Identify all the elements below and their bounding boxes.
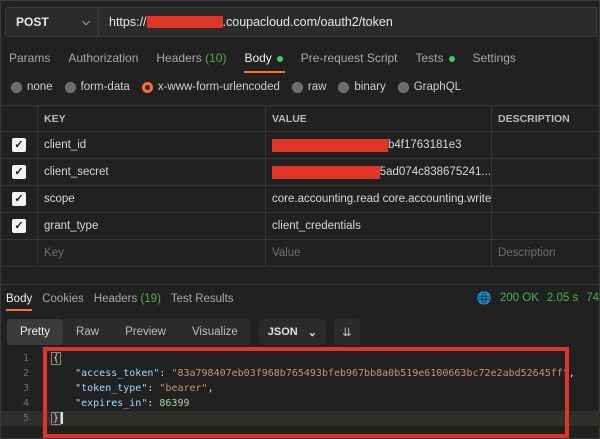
tab-authorization[interactable]: Authorization: [60, 45, 148, 73]
response-view-bar: Pretty Raw Preview Visualize JSON ⌄ ⇊: [7, 319, 360, 345]
table-row-new: Key Value Description: [1, 240, 600, 267]
format-label: JSON: [267, 326, 298, 338]
column-description: DESCRIPTION: [491, 106, 600, 131]
redaction-bar: [146, 16, 223, 28]
status-code[interactable]: 200 OK: [500, 292, 539, 304]
tab-tests[interactable]: Tests: [408, 45, 465, 73]
tab-pre-request-script[interactable]: Pre-request Script: [293, 45, 408, 73]
response-status: 🌐 200 OK 2.05 s 74: [477, 291, 599, 305]
checkbox-checked-icon[interactable]: ✓: [12, 138, 26, 152]
response-time[interactable]: 2.05 s: [547, 292, 578, 304]
radio-binary[interactable]: binary: [338, 81, 386, 93]
view-mode-group: Pretty Raw Preview Visualize: [7, 319, 251, 345]
tab-params[interactable]: Params: [1, 45, 60, 73]
table-row: ✓ client_secret 5ad074c838675241...: [1, 159, 600, 186]
param-key[interactable]: client_id: [37, 132, 265, 158]
checkbox-checked-icon[interactable]: ✓: [12, 165, 26, 179]
radio-graphql[interactable]: GraphQL: [397, 81, 461, 93]
body-status-dot-icon: [276, 55, 283, 62]
new-value-input[interactable]: Value: [265, 240, 491, 266]
param-value[interactable]: client_credentials: [265, 213, 491, 239]
method-select[interactable]: POST ⌵: [5, 7, 99, 37]
table-row: ✓ grant_type client_credentials: [1, 213, 600, 240]
chevron-down-icon: ⌄: [307, 326, 317, 339]
request-url-bar: POST ⌵ https:// .coupacloud.com/oauth2/t…: [5, 7, 597, 37]
url-input[interactable]: https:// .coupacloud.com/oauth2/token: [99, 7, 597, 37]
view-pretty-button[interactable]: Pretty: [7, 319, 64, 345]
tab-body[interactable]: Body: [236, 45, 292, 73]
table-header: KEY VALUE DESCRIPTION: [1, 105, 600, 132]
format-select[interactable]: JSON ⌄: [258, 319, 326, 345]
radio-circle-icon: [338, 81, 350, 93]
tab-settings[interactable]: Settings: [465, 45, 526, 73]
view-visualize-button[interactable]: Visualize: [179, 319, 251, 345]
headers-count: (10): [205, 51, 227, 65]
radio-circle-icon: [291, 81, 303, 93]
tab-response-body[interactable]: Body: [1, 291, 37, 311]
redaction-bar: [272, 138, 388, 152]
response-tabs: Body Cookies Headers (19) Test Results: [1, 291, 239, 311]
method-label: POST: [16, 15, 49, 29]
radio-circle-icon: [397, 81, 409, 93]
radio-selected-icon: [141, 81, 153, 93]
new-description-input[interactable]: Description: [491, 240, 600, 266]
column-value: VALUE: [265, 106, 491, 131]
highlight-annotation-box: [43, 347, 569, 438]
body-type-selector: none form-data x-www-form-urlencoded raw…: [11, 81, 461, 93]
param-description[interactable]: [491, 186, 600, 212]
tests-status-dot-icon: [448, 55, 455, 62]
line-number: 4: [22, 398, 29, 409]
radio-circle-icon: [64, 81, 76, 93]
radio-form-data[interactable]: form-data: [64, 81, 130, 93]
param-description[interactable]: [491, 132, 600, 158]
tab-test-results[interactable]: Test Results: [166, 291, 239, 311]
line-number: 1: [22, 353, 29, 364]
table-row: ✓ client_id b4f1763181e3: [1, 132, 600, 159]
param-value[interactable]: b4f1763181e3: [265, 132, 491, 158]
param-description[interactable]: [491, 159, 600, 185]
line-number: 5: [22, 413, 29, 424]
wrap-lines-icon[interactable]: ⇊: [333, 319, 360, 345]
new-key-input[interactable]: Key: [37, 240, 265, 266]
checkbox-checked-icon[interactable]: ✓: [12, 219, 26, 233]
postman-window: POST ⌵ https:// .coupacloud.com/oauth2/t…: [0, 0, 600, 439]
response-size[interactable]: 74: [586, 292, 599, 304]
checkbox-checked-icon[interactable]: ✓: [12, 192, 26, 206]
param-value[interactable]: core.accounting.read core.accounting.wri…: [265, 186, 491, 212]
column-key: KEY: [37, 106, 265, 131]
tab-response-headers[interactable]: Headers (19): [89, 291, 166, 311]
line-number: 3: [22, 383, 29, 394]
param-key[interactable]: grant_type: [37, 213, 265, 239]
param-key[interactable]: scope: [37, 186, 265, 212]
param-key[interactable]: client_secret: [37, 159, 265, 185]
line-number: 2: [22, 368, 29, 379]
view-preview-button[interactable]: Preview: [112, 319, 179, 345]
tab-response-cookies[interactable]: Cookies: [37, 291, 89, 311]
tab-headers[interactable]: Headers (10): [148, 45, 236, 73]
radio-circle-icon: [11, 81, 22, 93]
request-tabs: Params Authorization Headers (10) Body P…: [1, 45, 526, 73]
url-suffix: .coupacloud.com/oauth2/token: [222, 15, 393, 29]
radio-x-www-form-urlencoded[interactable]: x-www-form-urlencoded: [141, 81, 280, 93]
radio-none[interactable]: none: [11, 81, 53, 93]
radio-raw[interactable]: raw: [291, 81, 326, 93]
view-raw-button[interactable]: Raw: [63, 319, 112, 345]
globe-icon[interactable]: 🌐: [477, 291, 492, 305]
param-value[interactable]: 5ad074c838675241...: [265, 159, 491, 185]
param-description[interactable]: [491, 213, 600, 239]
table-row: ✓ scope core.accounting.read core.accoun…: [1, 186, 600, 213]
chevron-down-icon: ⌵: [82, 16, 90, 28]
url-prefix: https://: [109, 15, 147, 29]
response-divider: [1, 284, 600, 285]
form-params-table: KEY VALUE DESCRIPTION ✓ client_id b4f176…: [1, 105, 600, 267]
response-headers-count: (19): [140, 293, 161, 305]
redaction-bar: [272, 165, 380, 179]
